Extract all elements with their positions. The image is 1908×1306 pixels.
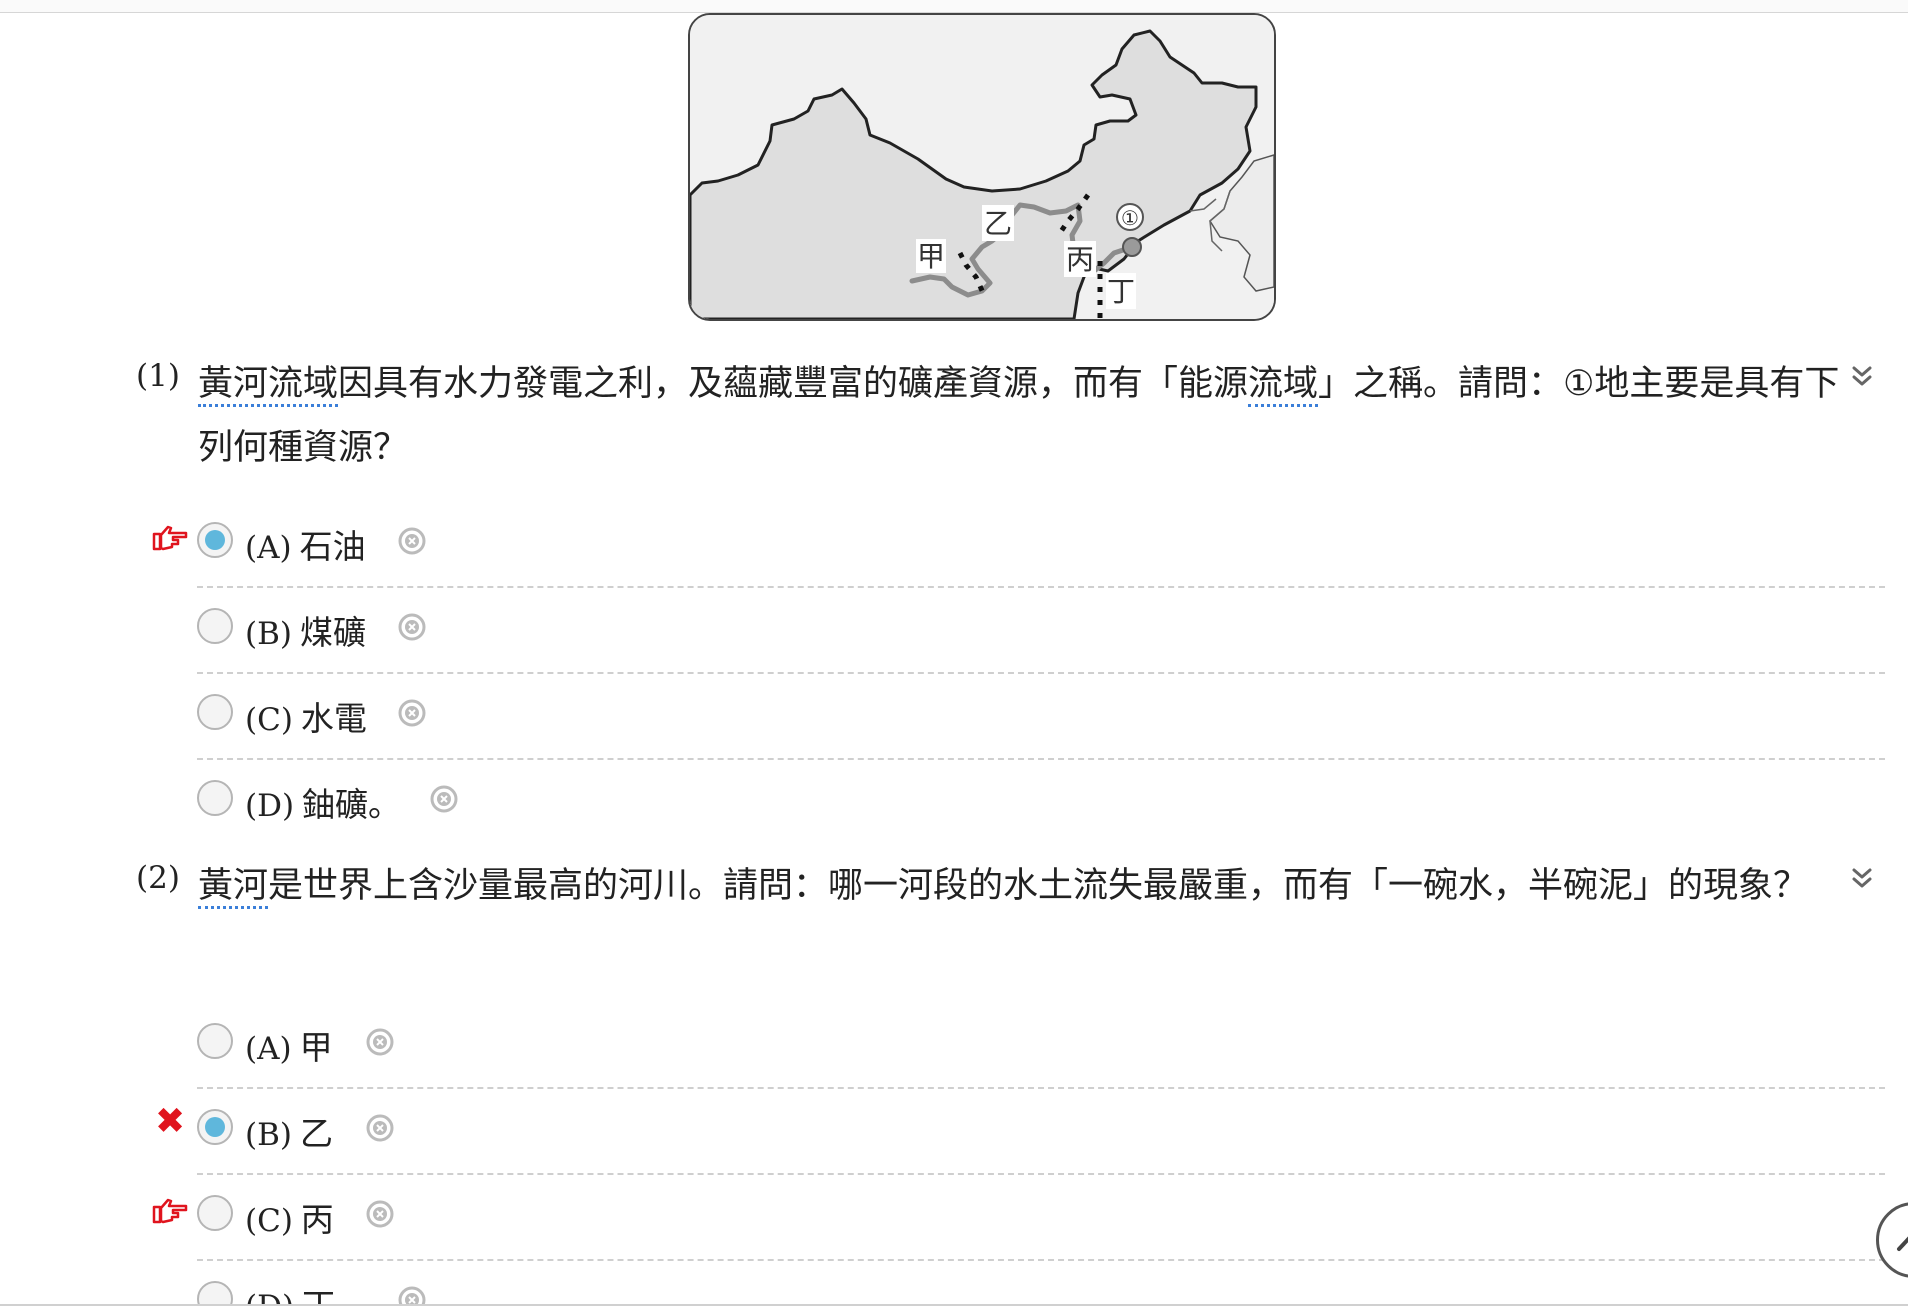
question-text-segment: 是世界上含沙量最高的河川。請問：哪一河段的水土流失最嚴重，而有「一碗水，半碗泥」… (268, 866, 1809, 906)
map-label-ding: 丁 (1107, 275, 1135, 308)
clear-circle-icon[interactable] (429, 784, 459, 814)
map-figure: ① 甲 乙 丙 丁 (688, 13, 1276, 321)
radio-button[interactable] (197, 1109, 233, 1145)
map-label-point: ① (1121, 206, 1139, 230)
radio-button[interactable] (197, 694, 233, 730)
cross-mark-icon: ✖ (155, 1101, 186, 1142)
clear-circle-icon[interactable] (365, 1113, 395, 1143)
top-border (0, 0, 1908, 13)
clear-circle-icon[interactable] (397, 698, 427, 728)
chevron-double-down-icon[interactable] (1848, 362, 1876, 398)
map-label-bing: 丙 (1066, 243, 1094, 276)
question-number: (2) (136, 860, 180, 896)
china-map: ① 甲 乙 丙 丁 (690, 15, 1274, 319)
radio-button[interactable] (197, 1023, 233, 1059)
radio-button[interactable] (197, 522, 233, 558)
pointing-hand-icon (151, 1195, 189, 1225)
clear-circle-icon[interactable] (365, 1199, 395, 1229)
clear-circle-icon[interactable] (365, 1027, 395, 1057)
clear-circle-icon[interactable] (397, 1285, 427, 1306)
glossary-link[interactable]: 流域 (1248, 364, 1319, 407)
option-1a[interactable]: (A) 石油 (152, 500, 1885, 588)
radio-button[interactable] (197, 1195, 233, 1231)
radio-button[interactable] (197, 608, 233, 644)
clear-circle-icon[interactable] (397, 526, 427, 556)
scroll-to-top-icon[interactable] (1876, 1202, 1908, 1278)
option-1c[interactable]: (C) 水電 (197, 672, 1885, 760)
option-label: (B) 乙 (245, 1114, 333, 1153)
chevron-double-down-icon[interactable] (1848, 864, 1876, 900)
option-label: (C) 丙 (245, 1200, 334, 1239)
option-2c[interactable]: (C) 丙 (152, 1173, 1885, 1261)
question-number: (1) (136, 358, 180, 394)
glossary-link[interactable]: 黃河 (198, 866, 269, 909)
option-label: (A) 石油 (245, 527, 366, 566)
radio-button[interactable] (197, 1281, 233, 1306)
option-label: (D) 鈾礦。 (245, 785, 402, 824)
option-1d[interactable]: (D) 鈾礦。 (197, 758, 1885, 844)
map-label-yi: 乙 (984, 207, 1012, 240)
radio-button[interactable] (197, 780, 233, 816)
option-label: (A) 甲 (245, 1028, 333, 1067)
option-label: (C) 水電 (245, 699, 367, 738)
clear-circle-icon[interactable] (397, 612, 427, 642)
option-2a[interactable]: (A) 甲 (197, 1001, 1885, 1089)
pointing-hand-icon (151, 522, 189, 552)
map-label-jia: 甲 (917, 240, 945, 273)
question-text: 黃河是世界上含沙量最高的河川。請問：哪一河段的水土流失最嚴重，而有「一碗水，半碗… (198, 854, 1848, 918)
option-2d[interactable]: (D)丁。 (197, 1259, 1885, 1306)
option-1b[interactable]: (B) 煤礦 (197, 586, 1885, 674)
option-label: (B) 煤礦 (245, 613, 366, 652)
glossary-link[interactable]: 黃河流域 (198, 364, 339, 407)
question-text: 黃河流域因具有水力發電之利，及蘊藏豐富的礦產資源，而有「能源流域」之稱。請問：①… (198, 352, 1848, 480)
option-label: (D)丁。 (245, 1286, 369, 1306)
question-text-segment: 因具有水力發電之利，及蘊藏豐富的礦產資源，而有「能源 (338, 364, 1249, 404)
option-2b[interactable]: ✖ (B) 乙 (155, 1087, 1885, 1175)
